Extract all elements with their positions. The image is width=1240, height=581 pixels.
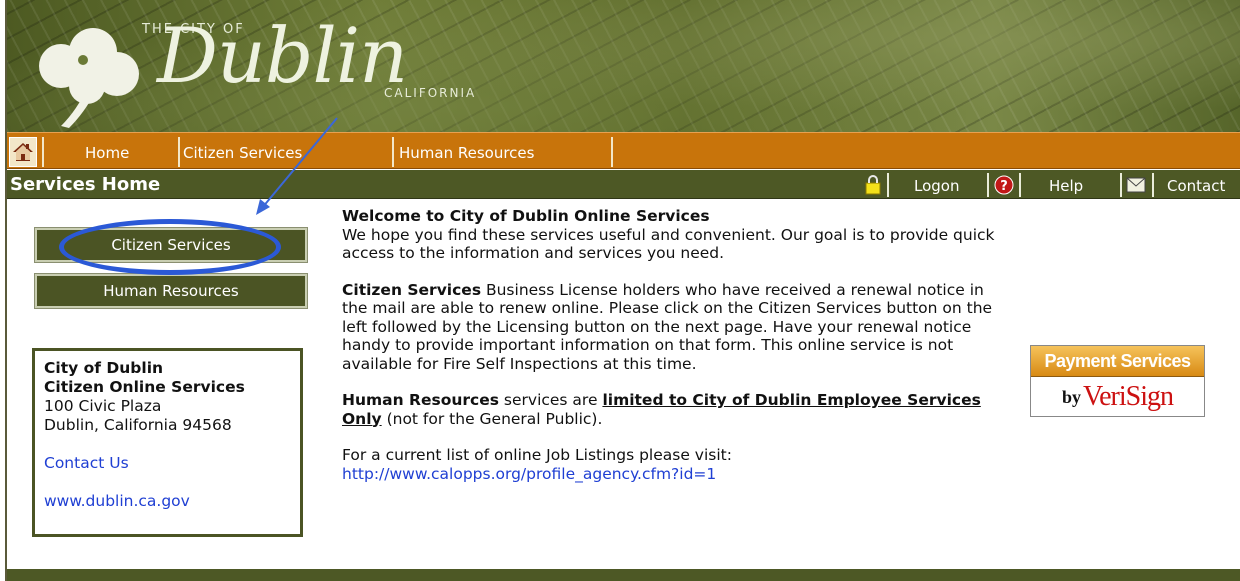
logon-link[interactable]: Logon (914, 177, 959, 195)
citizen-services-button-label: Citizen Services (111, 236, 231, 254)
job-listings-link[interactable]: http://www.calopps.org/profile_agency.cf… (342, 465, 716, 483)
toolbar-divider (987, 173, 989, 197)
contact-us-link[interactable]: Contact Us (44, 454, 291, 473)
human-resources-heading: Human Resources (342, 391, 499, 409)
nav-home[interactable]: Home (85, 144, 129, 162)
toolbar-divider (887, 173, 889, 197)
human-resources-button[interactable]: Human Resources (34, 273, 308, 309)
job-listings-section: For a current list of online Job Listing… (342, 446, 1002, 483)
toolbar-divider (1152, 173, 1154, 197)
job-listings-text: For a current list of online Job Listing… (342, 446, 732, 464)
human-resources-section: Human Resources services are limited to … (342, 391, 1002, 428)
help-link[interactable]: Help (1049, 177, 1083, 195)
payment-services-badge[interactable]: Payment Services by VeriSign (1030, 345, 1205, 417)
toolbar-divider (1019, 173, 1021, 197)
payment-badge-by: by (1061, 386, 1081, 407)
nav-divider (392, 137, 394, 167)
welcome-section: Welcome to City of Dublin Online Service… (342, 207, 1002, 263)
nav-divider (611, 137, 613, 167)
verisign-logo: by VeriSign (1031, 377, 1204, 417)
banner-city-name: Dublin (157, 11, 408, 100)
nav-human-resources[interactable]: Human Resources (399, 144, 534, 162)
page-frame: THE CITY OF Dublin CALIFORNIA Home Citiz… (5, 0, 1240, 581)
page-title: Services Home (10, 174, 161, 195)
address-dept: Citizen Online Services (44, 378, 245, 396)
envelope-icon[interactable] (1125, 174, 1147, 196)
header-banner: THE CITY OF Dublin CALIFORNIA (7, 0, 1240, 132)
toolbar-divider (1120, 173, 1122, 197)
shamrock-logo-icon (39, 28, 139, 128)
lock-icon[interactable] (862, 174, 884, 196)
payment-badge-brand: VeriSign (1083, 381, 1174, 412)
hr-text-part1: services are (498, 391, 603, 409)
citizen-services-button[interactable]: Citizen Services (34, 227, 308, 263)
welcome-text: We hope you find these services useful a… (342, 225, 995, 263)
help-icon[interactable]: ? (993, 174, 1015, 196)
hr-text-part2: (not for the General Public). (381, 409, 603, 428)
contact-link[interactable]: Contact (1167, 177, 1225, 195)
address-city: Dublin, California 94568 (44, 416, 232, 434)
main-content: Welcome to City of Dublin Online Service… (342, 207, 1002, 501)
citizen-services-heading: Citizen Services (342, 280, 482, 299)
address-street: 100 Civic Plaza (44, 397, 162, 415)
human-resources-button-label: Human Resources (103, 282, 239, 300)
banner-state: CALIFORNIA (384, 86, 477, 100)
welcome-title: Welcome to City of Dublin Online Service… (342, 207, 710, 225)
contact-address-box: City of Dublin Citizen Online Services 1… (32, 348, 303, 537)
nav-divider (42, 137, 44, 167)
title-bar: Services Home Logon ? Help Contact (7, 170, 1240, 199)
citizen-services-section: Citizen Services Business License holder… (342, 281, 1002, 374)
nav-citizen-services[interactable]: Citizen Services (183, 144, 302, 162)
footer-bar (7, 569, 1240, 581)
address-org: City of Dublin (44, 359, 164, 377)
nav-divider (178, 137, 180, 167)
top-nav: Home Citizen Services Human Resources (7, 132, 1240, 169)
payment-badge-title: Payment Services (1031, 346, 1204, 377)
website-link[interactable]: www.dublin.ca.gov (44, 492, 291, 511)
home-icon[interactable] (9, 137, 37, 167)
svg-text:?: ? (1000, 179, 1008, 194)
